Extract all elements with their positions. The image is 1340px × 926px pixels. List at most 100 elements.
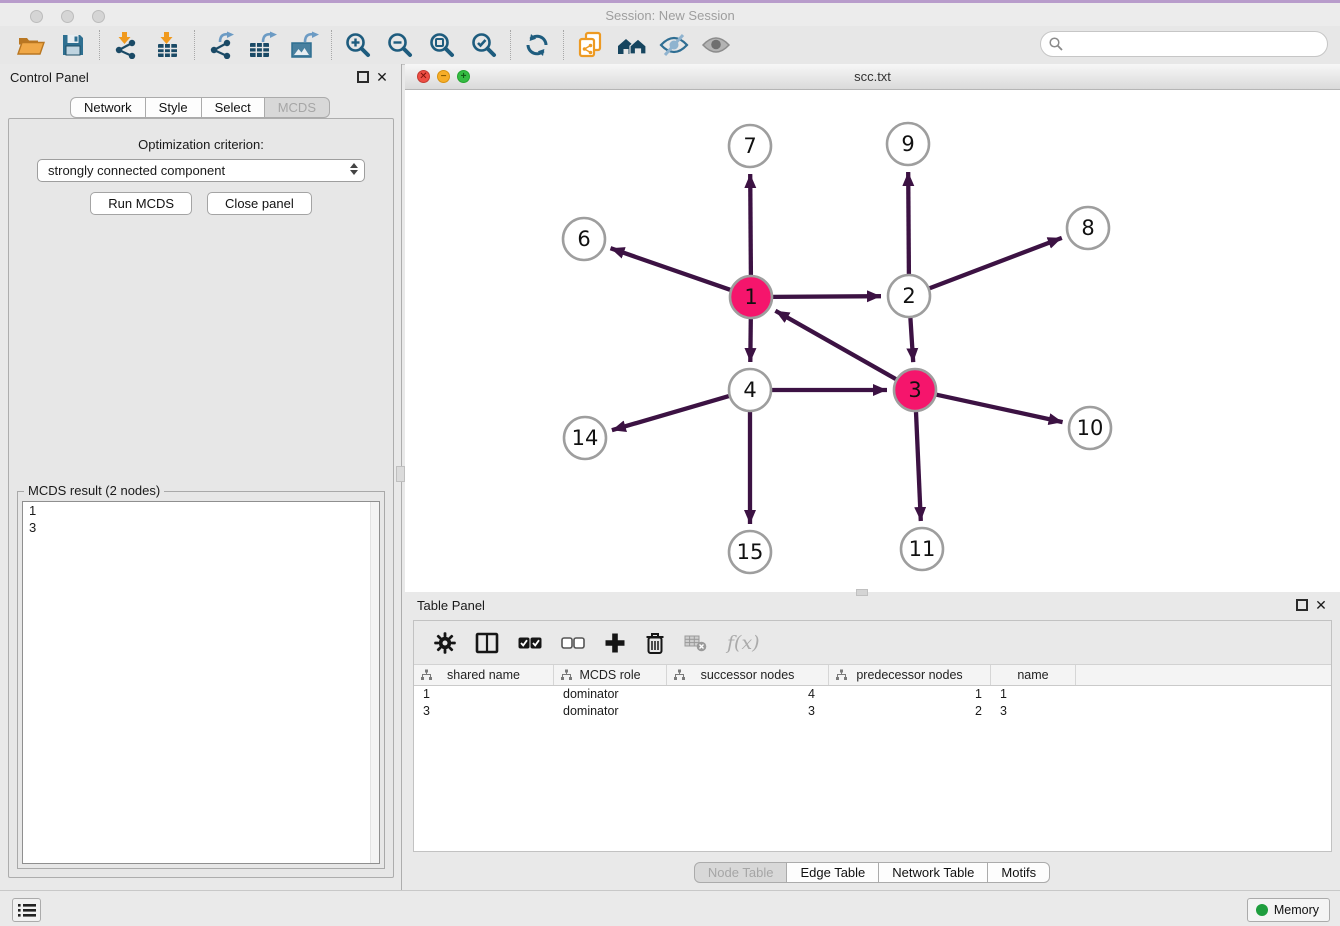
control-panel-tabs: Network Style Select MCDS <box>0 97 401 118</box>
search-input[interactable] <box>1068 37 1327 52</box>
eye-slash-icon <box>659 33 689 57</box>
column-header-mcds-role[interactable]: MCDS role <box>554 665 667 685</box>
criterion-dropdown[interactable]: strongly connected component <box>37 159 365 182</box>
node-table-container: f(x) shared name MCDS role successor nod… <box>413 620 1332 852</box>
canvas-splitter-grip[interactable] <box>856 589 868 596</box>
graph-edge-1-6[interactable] <box>611 248 731 290</box>
network-window-titlebar[interactable]: ✕ − + scc.txt <box>405 64 1340 90</box>
tab-mcds[interactable]: MCDS <box>264 97 330 118</box>
attribute-icon <box>560 669 573 681</box>
tab-style[interactable]: Style <box>145 97 202 118</box>
run-mcds-button[interactable]: Run MCDS <box>90 192 192 215</box>
column-header-shared-name[interactable]: shared name <box>414 665 554 685</box>
zoom-fit-button[interactable] <box>421 28 463 62</box>
graph-edge-1-4[interactable] <box>750 319 751 362</box>
tab-node-table[interactable]: Node Table <box>694 862 788 883</box>
graph-node-4[interactable]: 4 <box>729 369 771 411</box>
export-network-button[interactable] <box>200 28 242 62</box>
graph-edge-3-10[interactable] <box>937 395 1063 422</box>
graph-node-7[interactable]: 7 <box>729 125 771 167</box>
graph-edge-3-1[interactable] <box>775 311 896 379</box>
graph-node-8[interactable]: 8 <box>1067 207 1109 249</box>
export-table-button[interactable] <box>242 28 284 62</box>
graph-edge-2-8[interactable] <box>930 238 1062 288</box>
graph-edge-3-11[interactable] <box>916 412 921 521</box>
graph-edge-1-2[interactable] <box>773 296 881 297</box>
import-network-icon <box>112 31 140 59</box>
open-session-button[interactable] <box>10 28 52 62</box>
zoom-in-button[interactable] <box>337 28 379 62</box>
cell-successor-nodes: 3 <box>667 703 829 720</box>
task-history-button[interactable] <box>12 898 41 922</box>
tab-motifs[interactable]: Motifs <box>987 862 1050 883</box>
memory-button[interactable]: Memory <box>1247 898 1330 922</box>
add-column-button[interactable] <box>604 632 626 654</box>
select-all-button[interactable] <box>518 637 542 649</box>
graph-node-10[interactable]: 10 <box>1069 407 1111 449</box>
tab-network-table[interactable]: Network Table <box>878 862 988 883</box>
graph-node-9[interactable]: 9 <box>887 123 929 165</box>
table-row[interactable]: 1 dominator 4 1 1 <box>414 686 1331 703</box>
import-table-button[interactable] <box>147 28 189 62</box>
show-graphics-button[interactable] <box>695 28 737 62</box>
panel-splitter-grip[interactable] <box>396 466 405 482</box>
result-scrollbar[interactable] <box>370 502 379 863</box>
tab-edge-table[interactable]: Edge Table <box>786 862 879 883</box>
graph-node-6[interactable]: 6 <box>563 218 605 260</box>
graph-edge-4-14[interactable] <box>612 396 729 430</box>
graph-node-2[interactable]: 2 <box>888 275 930 317</box>
column-header-successor-nodes[interactable]: successor nodes <box>667 665 829 685</box>
column-header-name[interactable]: name <box>991 665 1076 685</box>
import-network-button[interactable] <box>105 28 147 62</box>
save-session-button[interactable] <box>52 28 94 62</box>
criterion-dropdown-value: strongly connected component <box>48 163 225 178</box>
attribute-icon <box>835 669 848 681</box>
graph-node-14[interactable]: 14 <box>564 417 606 459</box>
toolbar-separator <box>563 30 564 60</box>
tab-select[interactable]: Select <box>201 97 265 118</box>
network-window-title: scc.txt <box>405 69 1340 84</box>
close-panel-icon[interactable]: ✕ <box>375 69 389 85</box>
graph-edge-1-7[interactable] <box>750 174 751 275</box>
graph-edge-2-3[interactable] <box>910 318 913 362</box>
home-view-button[interactable] <box>611 28 653 62</box>
refresh-view-button[interactable] <box>516 28 558 62</box>
column-label: successor nodes <box>701 668 795 682</box>
unchecked-boxes-icon <box>561 637 585 649</box>
mcds-result-item: 1 <box>23 502 379 519</box>
graph-node-1[interactable]: 1 <box>730 276 772 318</box>
window-titlebar: Session: New Session <box>0 0 1340 26</box>
graph-node-3[interactable]: 3 <box>894 369 936 411</box>
application-window: Session: New Session <box>0 0 1340 926</box>
graph-node-11[interactable]: 11 <box>901 528 943 570</box>
float-panel-icon[interactable] <box>357 71 369 83</box>
table-panel-title: Table Panel <box>417 598 485 613</box>
network-canvas[interactable]: 7 9 6 8 1 2 4 3 14 10 15 11 <box>405 90 1340 592</box>
function-builder-button[interactable]: f(x) <box>727 632 760 654</box>
tab-network[interactable]: Network <box>70 97 146 118</box>
clone-network-button[interactable] <box>569 28 611 62</box>
zoom-selected-button[interactable] <box>463 28 505 62</box>
attribute-icon <box>673 669 686 681</box>
table-settings-button[interactable] <box>434 632 456 654</box>
float-table-panel-icon[interactable] <box>1296 599 1308 611</box>
delete-table-button[interactable] <box>684 633 708 653</box>
zoom-out-button[interactable] <box>379 28 421 62</box>
mcds-result-title: MCDS result (2 nodes) <box>24 483 164 498</box>
close-table-panel-icon[interactable]: ✕ <box>1314 597 1328 613</box>
table-row[interactable]: 3 dominator 3 2 3 <box>414 703 1331 720</box>
show-columns-button[interactable] <box>475 632 499 654</box>
graph-edge-2-9[interactable] <box>908 172 909 274</box>
hide-graphics-button[interactable] <box>653 28 695 62</box>
dropdown-arrows-icon <box>350 163 358 175</box>
deselect-all-button[interactable] <box>561 637 585 649</box>
search-box[interactable] <box>1040 31 1328 57</box>
table-header-row: shared name MCDS role successor nodes pr… <box>414 665 1331 686</box>
export-image-button[interactable] <box>284 28 326 62</box>
mcds-result-list[interactable]: 1 3 <box>22 501 380 864</box>
close-panel-button[interactable]: Close panel <box>207 192 312 215</box>
cell-predecessor-nodes: 1 <box>829 686 991 703</box>
column-header-predecessor-nodes[interactable]: predecessor nodes <box>829 665 991 685</box>
delete-column-button[interactable] <box>645 631 665 655</box>
graph-node-15[interactable]: 15 <box>729 531 771 573</box>
